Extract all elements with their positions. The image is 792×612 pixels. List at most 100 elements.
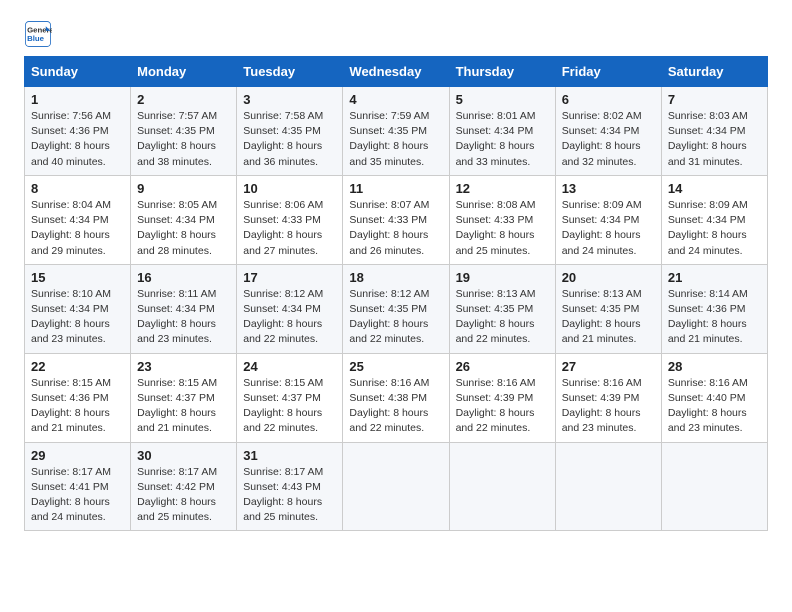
calendar-cell: 6 Sunrise: 8:02 AMSunset: 4:34 PMDayligh…	[555, 87, 661, 176]
day-detail: Sunrise: 8:08 AMSunset: 4:33 PMDaylight:…	[456, 199, 536, 257]
day-number: 3	[243, 92, 336, 107]
calendar-cell: 11 Sunrise: 8:07 AMSunset: 4:33 PMDaylig…	[343, 175, 449, 264]
day-number: 23	[137, 359, 230, 374]
day-number: 31	[243, 448, 336, 463]
day-number: 28	[668, 359, 761, 374]
day-detail: Sunrise: 8:09 AMSunset: 4:34 PMDaylight:…	[562, 199, 642, 257]
calendar-table: SundayMondayTuesdayWednesdayThursdayFrid…	[24, 56, 768, 531]
calendar-cell: 5 Sunrise: 8:01 AMSunset: 4:34 PMDayligh…	[449, 87, 555, 176]
day-detail: Sunrise: 8:06 AMSunset: 4:33 PMDaylight:…	[243, 199, 323, 257]
day-detail: Sunrise: 8:16 AMSunset: 4:40 PMDaylight:…	[668, 377, 748, 435]
day-detail: Sunrise: 7:56 AMSunset: 4:36 PMDaylight:…	[31, 110, 111, 168]
weekday-header: Monday	[131, 57, 237, 87]
weekday-header: Tuesday	[237, 57, 343, 87]
day-detail: Sunrise: 8:13 AMSunset: 4:35 PMDaylight:…	[456, 288, 536, 346]
calendar-cell: 10 Sunrise: 8:06 AMSunset: 4:33 PMDaylig…	[237, 175, 343, 264]
day-detail: Sunrise: 8:13 AMSunset: 4:35 PMDaylight:…	[562, 288, 642, 346]
day-detail: Sunrise: 8:04 AMSunset: 4:34 PMDaylight:…	[31, 199, 111, 257]
day-number: 24	[243, 359, 336, 374]
svg-text:Blue: Blue	[27, 34, 45, 43]
day-number: 19	[456, 270, 549, 285]
day-detail: Sunrise: 8:15 AMSunset: 4:37 PMDaylight:…	[137, 377, 217, 435]
day-detail: Sunrise: 8:11 AMSunset: 4:34 PMDaylight:…	[137, 288, 216, 346]
calendar-row: 1 Sunrise: 7:56 AMSunset: 4:36 PMDayligh…	[25, 87, 768, 176]
day-number: 6	[562, 92, 655, 107]
calendar-cell: 15 Sunrise: 8:10 AMSunset: 4:34 PMDaylig…	[25, 264, 131, 353]
calendar-cell: 16 Sunrise: 8:11 AMSunset: 4:34 PMDaylig…	[131, 264, 237, 353]
weekday-header: Thursday	[449, 57, 555, 87]
day-number: 7	[668, 92, 761, 107]
calendar-cell: 27 Sunrise: 8:16 AMSunset: 4:39 PMDaylig…	[555, 353, 661, 442]
calendar-cell: 17 Sunrise: 8:12 AMSunset: 4:34 PMDaylig…	[237, 264, 343, 353]
day-number: 18	[349, 270, 442, 285]
calendar-row: 22 Sunrise: 8:15 AMSunset: 4:36 PMDaylig…	[25, 353, 768, 442]
day-number: 21	[668, 270, 761, 285]
page-header: General Blue	[24, 20, 768, 48]
calendar-header: SundayMondayTuesdayWednesdayThursdayFrid…	[25, 57, 768, 87]
day-number: 4	[349, 92, 442, 107]
calendar-row: 29 Sunrise: 8:17 AMSunset: 4:41 PMDaylig…	[25, 442, 768, 531]
day-number: 10	[243, 181, 336, 196]
logo: General Blue	[24, 20, 56, 48]
calendar-cell	[555, 442, 661, 531]
day-detail: Sunrise: 8:17 AMSunset: 4:43 PMDaylight:…	[243, 466, 323, 524]
day-detail: Sunrise: 7:59 AMSunset: 4:35 PMDaylight:…	[349, 110, 429, 168]
day-detail: Sunrise: 8:12 AMSunset: 4:34 PMDaylight:…	[243, 288, 323, 346]
day-detail: Sunrise: 8:07 AMSunset: 4:33 PMDaylight:…	[349, 199, 429, 257]
calendar-cell: 3 Sunrise: 7:58 AMSunset: 4:35 PMDayligh…	[237, 87, 343, 176]
day-number: 15	[31, 270, 124, 285]
calendar-row: 15 Sunrise: 8:10 AMSunset: 4:34 PMDaylig…	[25, 264, 768, 353]
day-number: 30	[137, 448, 230, 463]
day-detail: Sunrise: 8:16 AMSunset: 4:38 PMDaylight:…	[349, 377, 429, 435]
calendar-cell: 25 Sunrise: 8:16 AMSunset: 4:38 PMDaylig…	[343, 353, 449, 442]
day-detail: Sunrise: 7:57 AMSunset: 4:35 PMDaylight:…	[137, 110, 217, 168]
weekday-header: Friday	[555, 57, 661, 87]
calendar-cell: 4 Sunrise: 7:59 AMSunset: 4:35 PMDayligh…	[343, 87, 449, 176]
day-detail: Sunrise: 8:12 AMSunset: 4:35 PMDaylight:…	[349, 288, 429, 346]
calendar-cell: 12 Sunrise: 8:08 AMSunset: 4:33 PMDaylig…	[449, 175, 555, 264]
day-detail: Sunrise: 8:10 AMSunset: 4:34 PMDaylight:…	[31, 288, 111, 346]
day-number: 14	[668, 181, 761, 196]
day-number: 29	[31, 448, 124, 463]
day-detail: Sunrise: 8:03 AMSunset: 4:34 PMDaylight:…	[668, 110, 748, 168]
day-number: 5	[456, 92, 549, 107]
calendar-cell: 18 Sunrise: 8:12 AMSunset: 4:35 PMDaylig…	[343, 264, 449, 353]
calendar-cell	[343, 442, 449, 531]
day-detail: Sunrise: 8:01 AMSunset: 4:34 PMDaylight:…	[456, 110, 536, 168]
calendar-body: 1 Sunrise: 7:56 AMSunset: 4:36 PMDayligh…	[25, 87, 768, 531]
logo-icon: General Blue	[24, 20, 52, 48]
day-number: 22	[31, 359, 124, 374]
calendar-row: 8 Sunrise: 8:04 AMSunset: 4:34 PMDayligh…	[25, 175, 768, 264]
day-detail: Sunrise: 7:58 AMSunset: 4:35 PMDaylight:…	[243, 110, 323, 168]
day-number: 1	[31, 92, 124, 107]
day-number: 27	[562, 359, 655, 374]
day-detail: Sunrise: 8:05 AMSunset: 4:34 PMDaylight:…	[137, 199, 217, 257]
day-detail: Sunrise: 8:14 AMSunset: 4:36 PMDaylight:…	[668, 288, 748, 346]
calendar-cell: 26 Sunrise: 8:16 AMSunset: 4:39 PMDaylig…	[449, 353, 555, 442]
calendar-cell	[661, 442, 767, 531]
calendar-cell: 19 Sunrise: 8:13 AMSunset: 4:35 PMDaylig…	[449, 264, 555, 353]
calendar-cell: 14 Sunrise: 8:09 AMSunset: 4:34 PMDaylig…	[661, 175, 767, 264]
day-detail: Sunrise: 8:09 AMSunset: 4:34 PMDaylight:…	[668, 199, 748, 257]
calendar-cell: 31 Sunrise: 8:17 AMSunset: 4:43 PMDaylig…	[237, 442, 343, 531]
day-detail: Sunrise: 8:16 AMSunset: 4:39 PMDaylight:…	[562, 377, 642, 435]
calendar-cell	[449, 442, 555, 531]
calendar-cell: 28 Sunrise: 8:16 AMSunset: 4:40 PMDaylig…	[661, 353, 767, 442]
calendar-cell: 22 Sunrise: 8:15 AMSunset: 4:36 PMDaylig…	[25, 353, 131, 442]
calendar-cell: 29 Sunrise: 8:17 AMSunset: 4:41 PMDaylig…	[25, 442, 131, 531]
day-number: 20	[562, 270, 655, 285]
day-number: 12	[456, 181, 549, 196]
day-detail: Sunrise: 8:17 AMSunset: 4:41 PMDaylight:…	[31, 466, 111, 524]
day-number: 9	[137, 181, 230, 196]
calendar-cell: 13 Sunrise: 8:09 AMSunset: 4:34 PMDaylig…	[555, 175, 661, 264]
day-number: 17	[243, 270, 336, 285]
day-number: 16	[137, 270, 230, 285]
calendar-cell: 20 Sunrise: 8:13 AMSunset: 4:35 PMDaylig…	[555, 264, 661, 353]
day-number: 11	[349, 181, 442, 196]
calendar-cell: 24 Sunrise: 8:15 AMSunset: 4:37 PMDaylig…	[237, 353, 343, 442]
day-number: 13	[562, 181, 655, 196]
day-detail: Sunrise: 8:17 AMSunset: 4:42 PMDaylight:…	[137, 466, 217, 524]
header-row: SundayMondayTuesdayWednesdayThursdayFrid…	[25, 57, 768, 87]
day-detail: Sunrise: 8:02 AMSunset: 4:34 PMDaylight:…	[562, 110, 642, 168]
calendar-cell: 2 Sunrise: 7:57 AMSunset: 4:35 PMDayligh…	[131, 87, 237, 176]
